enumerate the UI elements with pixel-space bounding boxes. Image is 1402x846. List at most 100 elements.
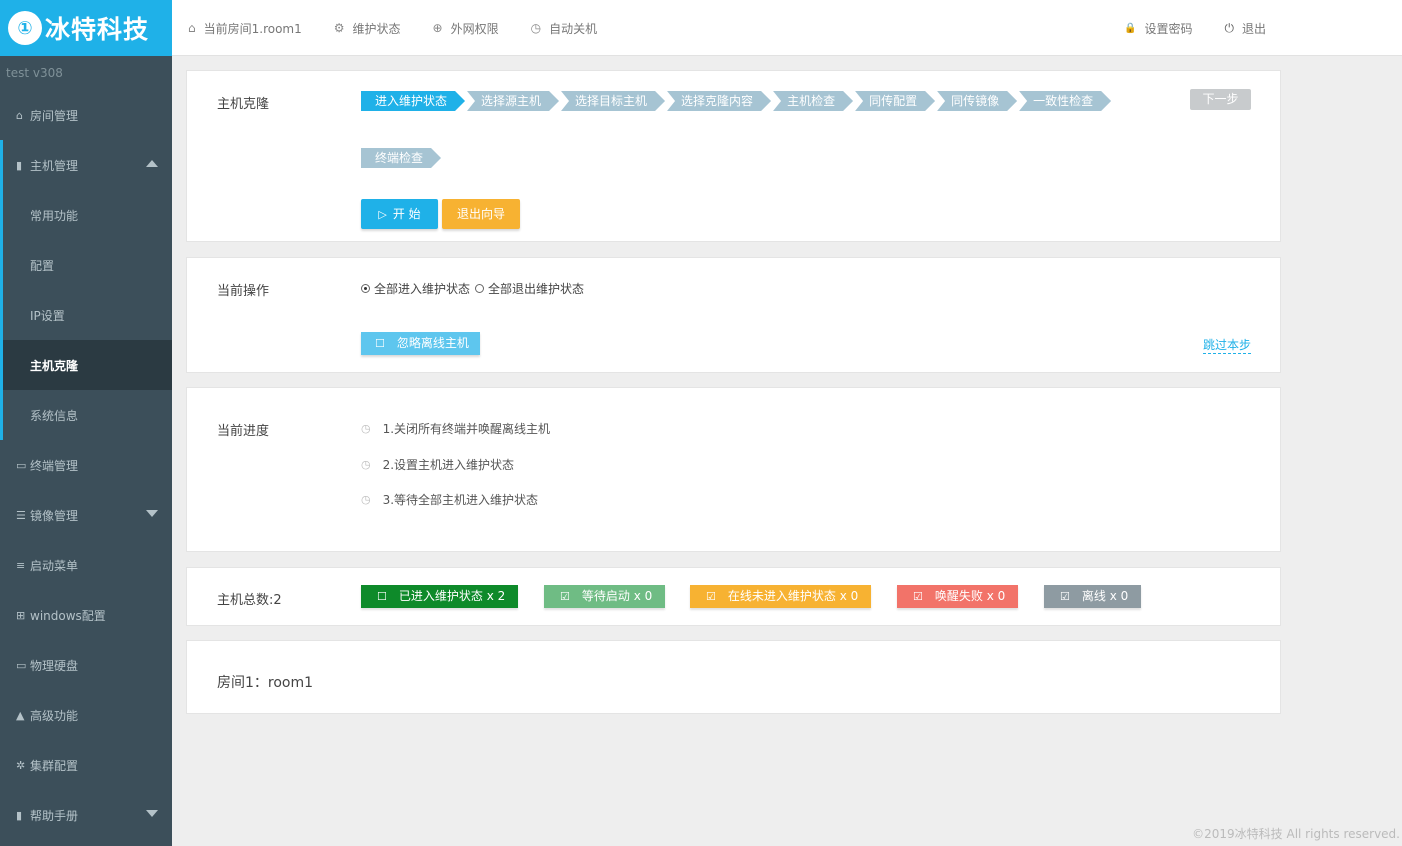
clock-icon: ◷ xyxy=(361,458,371,471)
sidebar-item-host-mgmt[interactable]: ▮ 主机管理 xyxy=(3,140,172,190)
nav-current-room-label: 当前房间1.room1 xyxy=(203,21,302,36)
sidebar-item-label: 帮助手册 xyxy=(30,808,79,823)
cog-icon: ✲ xyxy=(16,758,26,772)
sidebar-subitem-ip[interactable]: IP设置 xyxy=(3,290,172,340)
clone-label: 主机克隆 xyxy=(217,97,270,112)
top-right-actions: 🔒 设置密码 ⏻ 退出 xyxy=(1092,0,1266,56)
progress-item-text: 3.等待全部主机进入维护状态 xyxy=(382,493,539,507)
sidebar-item-label: 集群配置 xyxy=(30,758,79,773)
stat-wake-failed[interactable]: ☑ 唤醒失败 x 0 xyxy=(897,585,1018,608)
top-bar: ① 冰特科技 ⌂ 当前房间1.room1 ⚙ 维护状态 ⊕ 外网权限 ◷ 自动关机 🔒 设… xyxy=(0,0,1402,56)
sidebar-item-boot-menu[interactable]: ≡ 启动菜单 xyxy=(0,540,172,590)
exit-wizard-button[interactable]: 退出向导 xyxy=(442,199,520,229)
stat-in-maintenance[interactable]: ☐ 已进入维护状态 x 2 xyxy=(361,585,518,608)
sidebar-subitem-common[interactable]: 常用功能 xyxy=(3,190,172,240)
footer-copyright: ©2019冰特科技 All rights reserved. xyxy=(1192,827,1400,841)
logo-mark-icon: ① xyxy=(8,11,42,45)
windows-icon: ⊞ xyxy=(16,608,26,622)
start-button[interactable]: ▷ 开 始 xyxy=(361,199,438,229)
sidebar-item-label: 房间管理 xyxy=(30,108,79,123)
host-stats-card: 主机总数:2 ☐ 已进入维护状态 x 2 ☑ 等待启动 x 0 ☑ 在线未进入维护状态… xyxy=(186,567,1281,626)
checked-box-icon: ☑ xyxy=(913,590,923,603)
sidebar-item-label: 镜像管理 xyxy=(30,508,79,523)
clock-icon: ◷ xyxy=(361,422,371,435)
nav-internet-access[interactable]: ⊕ 外网权限 xyxy=(433,20,499,37)
power-icon: ⏻ xyxy=(1224,20,1234,35)
nav-internet-label: 外网权限 xyxy=(450,21,499,36)
radio-unchecked-icon xyxy=(475,284,485,293)
chevron-down-icon xyxy=(146,810,158,817)
sidebar-item-label: windows配置 xyxy=(30,608,106,623)
list-icon: ≡ xyxy=(16,558,26,572)
step-enter-maintenance[interactable]: 进入维护状态 xyxy=(361,91,465,111)
stat-label: 唤醒失败 x 0 xyxy=(934,589,1006,603)
sidebar-item-terminal-mgmt[interactable]: ▭ 终端管理 xyxy=(0,440,172,490)
step-select-source[interactable]: 选择源主机 xyxy=(467,91,559,111)
globe-icon: ⊕ xyxy=(432,21,443,35)
radio-exit-all[interactable]: 全部退出维护状态 xyxy=(475,280,584,297)
sidebar-item-label: 物理硬盘 xyxy=(30,658,79,673)
sidebar-item-image-mgmt[interactable]: ☰ 镜像管理 xyxy=(0,490,172,540)
ignore-offline-button[interactable]: ☐ 忽略离线主机 xyxy=(361,332,480,355)
next-step-button[interactable]: 下一步 xyxy=(1190,89,1251,110)
progress-item-2: ◷ 2.设置主机进入维护状态 xyxy=(361,456,514,473)
set-password-link[interactable]: 🔒 设置密码 xyxy=(1124,20,1192,37)
stat-label: 离线 x 0 xyxy=(1081,589,1129,603)
sidebar-item-windows-config[interactable]: ⊞ windows配置 xyxy=(0,590,172,640)
sidebar-item-advanced[interactable]: ▲ 高级功能 xyxy=(0,690,172,740)
room-label: 房间1：room1 xyxy=(217,675,314,691)
play-icon: ▷ xyxy=(378,208,387,221)
checked-box-icon: ☑ xyxy=(706,590,716,603)
home-icon: ⌂ xyxy=(188,21,196,35)
radio-enter-all[interactable]: 全部进入维护状态 xyxy=(361,280,470,297)
checked-box-icon: ☑ xyxy=(560,590,570,603)
operation-radio-group: 全部进入维护状态 全部退出维护状态 xyxy=(361,280,589,297)
nav-auto-shutdown[interactable]: ◷ 自动关机 xyxy=(531,20,598,37)
wizard-steps: 进入维护状态 选择源主机 选择目标主机 选择克隆内容 主机检查 同传配置 同传镜… xyxy=(361,91,1113,111)
sidebar-item-physical-disk[interactable]: ▭ 物理硬盘 xyxy=(0,640,172,690)
operation-label: 当前操作 xyxy=(217,284,270,299)
logout-link[interactable]: ⏻ 退出 xyxy=(1224,20,1266,37)
start-label: 开 始 xyxy=(392,207,421,221)
database-icon: ☰ xyxy=(16,508,26,522)
version-label: test v308 xyxy=(6,66,63,80)
step-select-target[interactable]: 选择目标主机 xyxy=(561,91,665,111)
stat-label: 在线未进入维护状态 x 0 xyxy=(727,589,859,603)
stat-offline[interactable]: ☑ 离线 x 0 xyxy=(1044,585,1141,608)
step-sync-config[interactable]: 同传配置 xyxy=(855,91,935,111)
monitor-icon: ▭ xyxy=(16,458,27,472)
step-host-check[interactable]: 主机检查 xyxy=(773,91,853,111)
warning-icon: ▲ xyxy=(16,708,25,722)
progress-card: 当前进度 ◷ 1.关闭所有终端并唤醒离线主机 ◷ 2.设置主机进入维护状态 ◷ 3.等… xyxy=(186,387,1281,552)
sidebar-subitem-sysinfo[interactable]: 系统信息 xyxy=(3,390,172,440)
host-total-label: 主机总数:2 xyxy=(217,593,282,608)
progress-label: 当前进度 xyxy=(217,424,270,439)
clone-wizard-card: 主机克隆 进入维护状态 选择源主机 选择目标主机 选择克隆内容 主机检查 同传配… xyxy=(186,70,1281,242)
sidebar: test v308 ⌂ 房间管理 ▮ 主机管理 常用功能 配置 IP设置 主机克隆 … xyxy=(0,56,172,846)
step-select-content[interactable]: 选择克隆内容 xyxy=(667,91,771,111)
skip-step-link[interactable]: 跳过本步 xyxy=(1203,336,1252,354)
radio-checked-icon xyxy=(361,284,370,293)
ignore-offline-label: 忽略离线主机 xyxy=(396,336,469,350)
progress-item-1: ◷ 1.关闭所有终端并唤醒离线主机 xyxy=(361,420,550,437)
stat-online-not-maintenance[interactable]: ☑ 在线未进入维护状态 x 0 xyxy=(690,585,871,608)
wizard-steps-row2: 终端检查 xyxy=(361,148,443,168)
nav-maintenance-status[interactable]: ⚙ 维护状态 xyxy=(334,20,401,37)
clock-icon: ◷ xyxy=(530,21,542,35)
step-consistency-check[interactable]: 一致性检查 xyxy=(1019,91,1111,111)
sidebar-subitem-config[interactable]: 配置 xyxy=(3,240,172,290)
stat-waiting-start[interactable]: ☑ 等待启动 x 0 xyxy=(544,585,665,608)
sidebar-item-help[interactable]: ▮ 帮助手册 xyxy=(0,790,172,840)
nav-current-room[interactable]: ⌂ 当前房间1.room1 xyxy=(188,20,302,37)
home-icon: ⌂ xyxy=(16,108,23,122)
room-card: 房间1：room1 xyxy=(186,640,1281,714)
sidebar-item-cluster[interactable]: ✲ 集群配置 xyxy=(0,740,172,790)
brand-name: 冰特科技 xyxy=(45,15,150,44)
step-terminal-check[interactable]: 终端检查 xyxy=(361,148,441,168)
sidebar-subitem-host-clone[interactable]: 主机克隆 xyxy=(3,340,172,390)
nav-shutdown-label: 自动关机 xyxy=(549,21,598,36)
step-sync-image[interactable]: 同传镜像 xyxy=(937,91,1017,111)
brand-logo[interactable]: ① 冰特科技 xyxy=(0,0,172,56)
sidebar-item-room-mgmt[interactable]: ⌂ 房间管理 xyxy=(0,90,172,140)
chevron-down-icon xyxy=(146,510,158,517)
